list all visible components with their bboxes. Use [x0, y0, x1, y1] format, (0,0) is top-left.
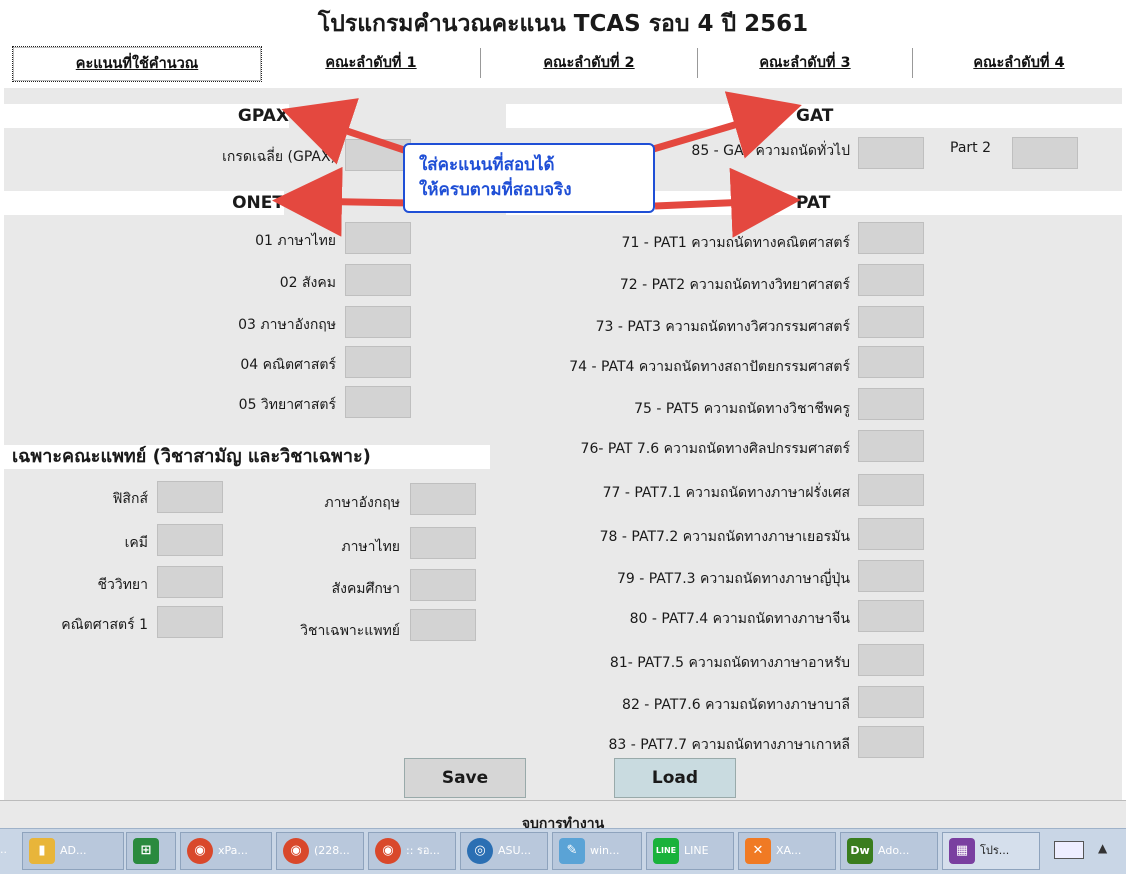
taskbar-overflow: .. [0, 832, 12, 870]
taskbar-label: XA... [776, 844, 802, 857]
callout-arrows [272, 91, 802, 238]
callout-line-1: ใส่คะแนนที่สอบได้ [419, 155, 555, 175]
taskbar-item[interactable]: ◉ (228... [276, 832, 364, 870]
folder-icon: ▮ [29, 838, 55, 864]
arrow-to-gpax [281, 98, 412, 165]
taskbar-item[interactable]: ⊞ [126, 832, 176, 870]
taskbar-item-active[interactable]: ▦ โปร... [942, 832, 1040, 870]
taskbar-item[interactable]: LINE LINE [646, 832, 734, 870]
callout-line-2: ให้ครบตามที่สอบจริง [419, 180, 572, 200]
line-icon: LINE [653, 838, 679, 864]
arrow-to-onet [272, 166, 411, 237]
store-icon: ⊞ [133, 838, 159, 864]
chrome-icon: ◉ [283, 838, 309, 864]
dreamweaver-icon: Dw [847, 838, 873, 864]
taskbar-item[interactable]: ◎ ASU... [460, 832, 548, 870]
taskbar-label: xPa... [218, 844, 248, 857]
taskbar-item[interactable]: ✎ win... [552, 832, 642, 870]
app-icon: ▦ [949, 838, 975, 864]
keyboard-icon[interactable] [1054, 841, 1084, 859]
load-button[interactable]: Load [614, 758, 736, 798]
taskbar-label: (228... [314, 844, 350, 857]
save-button[interactable]: Save [404, 758, 526, 798]
instruction-callout: ใส่คะแนนที่สอบได้ ให้ครบตามที่สอบจริง [403, 143, 655, 213]
tray-chevron-icon[interactable]: ▲ [1098, 841, 1107, 855]
taskbar-item[interactable]: ▮ AD... [22, 832, 124, 870]
taskbar-label: win... [590, 844, 620, 857]
taskbar-label: LINE [684, 844, 709, 857]
taskbar-item[interactable]: ✕ XA... [738, 832, 836, 870]
taskbar-item[interactable]: ◉:: รอ... [368, 832, 456, 870]
taskbar-label: AD... [60, 844, 87, 857]
taskbar-label: ASU... [498, 844, 532, 857]
arrow-to-gat [649, 91, 802, 159]
xampp-icon: ✕ [745, 838, 771, 864]
chrome-icon: ◉ [375, 838, 401, 864]
notepad-icon: ✎ [559, 838, 585, 864]
taskbar-item[interactable]: ◉ xPa... [180, 832, 272, 870]
arrow-to-pat [654, 167, 801, 238]
taskbar-label: โปร... [980, 844, 1010, 857]
chrome-icon: ◉ [187, 838, 213, 864]
windows-taskbar: .. ▮ AD... ⊞ ◉ xPa... ◉ (228... ◉:: รอ... ◎… [0, 828, 1126, 874]
disc-icon: ◎ [467, 838, 493, 864]
status-bar: จบการทำงาน [0, 800, 1126, 832]
taskbar-item[interactable]: Dw Ado... [840, 832, 938, 870]
taskbar-label: Ado... [878, 844, 910, 857]
taskbar-label: :: รอ... [406, 844, 440, 857]
